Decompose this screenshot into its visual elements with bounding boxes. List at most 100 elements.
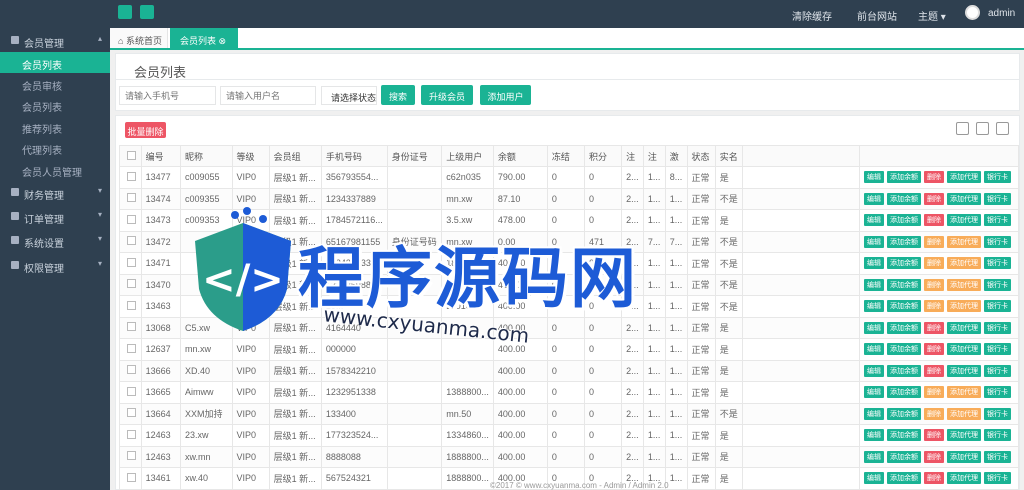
table-row[interactable]: 13477 c009055 VIP0 层级1 新... 356793554... c62n…	[119, 166, 1019, 189]
add-balance-button[interactable]: 添加余额	[887, 278, 921, 291]
row-checkbox-cell[interactable]	[119, 187, 142, 210]
status-select[interactable]: 请选择状态	[321, 86, 377, 105]
table-row[interactable]: 13474 c009355 VIP0 层级1 新... 1234337889 mn.xw 8…	[119, 187, 1019, 210]
bank-card-button[interactable]: 银行卡	[984, 278, 1011, 291]
delete-button[interactable]: 删除	[924, 171, 944, 184]
add-balance-button[interactable]: 添加余额	[887, 192, 921, 205]
add-balance-button[interactable]: 添加余额	[887, 235, 921, 248]
print-icon[interactable]	[996, 122, 1009, 135]
add-agent-button[interactable]: 添加代理	[947, 364, 981, 377]
sidebar-group-members[interactable]: 会员管理 ▴	[0, 30, 110, 52]
row-checkbox-cell[interactable]	[119, 209, 142, 232]
add-agent-button[interactable]: 添加代理	[947, 278, 981, 291]
username[interactable]: admin	[988, 8, 1015, 19]
row-checkbox[interactable]	[127, 214, 136, 224]
column-header[interactable]: 余额	[492, 145, 548, 167]
column-header[interactable]	[742, 145, 860, 167]
row-checkbox[interactable]	[127, 343, 136, 353]
add-agent-button[interactable]: 添加代理	[947, 450, 981, 463]
column-header[interactable]: 注	[642, 145, 666, 167]
column-header[interactable]: 实名	[714, 145, 744, 167]
bank-card-button[interactable]: 银行卡	[984, 472, 1011, 485]
edit-button[interactable]: 编辑	[864, 214, 884, 227]
delete-button[interactable]: 删除	[924, 407, 944, 420]
add-agent-button[interactable]: 添加代理	[947, 429, 981, 442]
sidebar-group-permissions[interactable]: 权限管理 ▾	[0, 255, 110, 277]
bank-card-button[interactable]: 银行卡	[984, 450, 1011, 463]
add-agent-button[interactable]: 添加代理	[947, 407, 981, 420]
delete-button[interactable]: 删除	[924, 235, 944, 248]
add-agent-button[interactable]: 添加代理	[947, 235, 981, 248]
bank-card-button[interactable]: 银行卡	[984, 386, 1011, 399]
column-header[interactable]: 等级	[231, 145, 270, 167]
add-balance-button[interactable]: 添加余额	[887, 364, 921, 377]
column-header[interactable]: 冻结	[546, 145, 586, 167]
add-agent-button[interactable]: 添加代理	[947, 171, 981, 184]
edit-button[interactable]: 编辑	[864, 278, 884, 291]
add-agent-button[interactable]: 添加代理	[947, 192, 981, 205]
sidebar-item-member-review[interactable]: 会员审核	[0, 73, 110, 94]
tab-home[interactable]: ⌂ 系统首页	[110, 28, 168, 48]
tab-member-list[interactable]: 会员列表 ⊗	[170, 28, 238, 48]
row-checkbox[interactable]	[127, 472, 136, 482]
sidebar-item-member-list-2[interactable]: 会员列表	[0, 94, 110, 115]
table-row[interactable]: 13463 VIP0 层级1 新... 13... J0010.8 400.00 0 0 2..…	[119, 295, 1019, 318]
table-row[interactable]: 12463 23.xw VIP0 层级1 新... 177323524... 133486…	[119, 424, 1019, 447]
row-checkbox-cell[interactable]	[119, 359, 142, 382]
table-row[interactable]: 13472 VIP0 层级1 新... 65167981155 身份证号码 mn.xw 0.…	[119, 230, 1019, 253]
edit-button[interactable]: 编辑	[864, 343, 884, 356]
add-balance-button[interactable]: 添加余额	[887, 472, 921, 485]
bank-card-button[interactable]: 银行卡	[984, 429, 1011, 442]
delete-button[interactable]: 删除	[924, 386, 944, 399]
add-user-button[interactable]: 添加用户	[480, 85, 531, 105]
edit-button[interactable]: 编辑	[864, 321, 884, 334]
row-checkbox-cell[interactable]	[119, 338, 142, 361]
column-header[interactable]: 积分	[583, 145, 623, 167]
frontend-site-link[interactable]: 前台网站	[857, 8, 897, 23]
column-header[interactable]: 注	[621, 145, 644, 167]
close-icon[interactable]: ⊗	[219, 36, 227, 46]
sidebar-group-settings[interactable]: 系统设置 ▾	[0, 230, 110, 252]
row-checkbox-cell[interactable]	[119, 230, 142, 253]
row-checkbox-cell[interactable]	[119, 252, 142, 275]
edit-button[interactable]: 编辑	[864, 257, 884, 270]
column-header[interactable]: 激	[664, 145, 688, 167]
delete-button[interactable]: 删除	[924, 257, 944, 270]
bank-card-button[interactable]: 银行卡	[984, 257, 1011, 270]
edit-button[interactable]: 编辑	[864, 429, 884, 442]
upgrade-member-button[interactable]: 升级会员	[421, 85, 473, 105]
bank-card-button[interactable]: 银行卡	[984, 300, 1011, 313]
row-checkbox-cell[interactable]	[119, 445, 142, 468]
bank-card-button[interactable]: 银行卡	[984, 321, 1011, 334]
add-balance-button[interactable]: 添加余额	[887, 343, 921, 356]
table-row[interactable]: 13470 VIP0 层级1 新... 133335988 J0010.8 400.00 0…	[119, 273, 1019, 296]
table-row[interactable]: 12463 xw.mn VIP0 层级1 新... 8888088 1888800... 4…	[119, 445, 1019, 468]
sidebar-group-finance[interactable]: 财务管理 ▾	[0, 182, 110, 204]
sidebar-group-orders[interactable]: 订单管理 ▾	[0, 206, 110, 228]
row-checkbox-cell[interactable]	[119, 295, 142, 318]
edit-button[interactable]: 编辑	[864, 235, 884, 248]
table-row[interactable]: 12637 mn.xw VIP0 层级1 新... 000000 400.00 0 0 2...…	[119, 338, 1019, 361]
column-header[interactable]: 昵称	[179, 145, 233, 167]
clear-cache-link[interactable]: 清除缓存	[792, 8, 832, 23]
edit-button[interactable]: 编辑	[864, 300, 884, 313]
bank-card-button[interactable]: 银行卡	[984, 235, 1011, 248]
bank-card-button[interactable]: 银行卡	[984, 171, 1011, 184]
phone-search-input[interactable]	[119, 86, 216, 105]
row-checkbox[interactable]	[127, 279, 136, 289]
add-balance-button[interactable]: 添加余额	[887, 429, 921, 442]
add-balance-button[interactable]: 添加余额	[887, 171, 921, 184]
bank-card-button[interactable]: 银行卡	[984, 214, 1011, 227]
add-balance-button[interactable]: 添加余额	[887, 257, 921, 270]
edit-button[interactable]: 编辑	[864, 171, 884, 184]
edit-button[interactable]: 编辑	[864, 192, 884, 205]
add-balance-button[interactable]: 添加余额	[887, 214, 921, 227]
row-checkbox-cell[interactable]	[119, 381, 142, 404]
search-button[interactable]: 搜索	[381, 85, 415, 105]
row-checkbox-cell[interactable]	[119, 402, 142, 425]
bank-card-button[interactable]: 银行卡	[984, 407, 1011, 420]
add-agent-button[interactable]: 添加代理	[947, 472, 981, 485]
menu-toggle-icon[interactable]	[118, 5, 132, 19]
bank-card-button[interactable]: 银行卡	[984, 364, 1011, 377]
column-header[interactable]: 上级用户	[441, 145, 494, 167]
